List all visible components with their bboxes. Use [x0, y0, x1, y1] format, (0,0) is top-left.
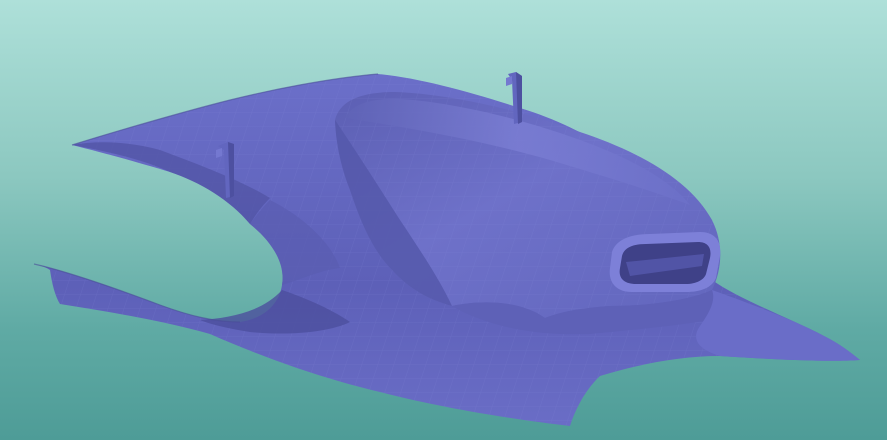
3d-viewport[interactable]	[0, 0, 887, 440]
front-intake	[609, 232, 721, 292]
front-splitter	[696, 290, 860, 361]
car-body-mesh-render	[33, 72, 860, 426]
